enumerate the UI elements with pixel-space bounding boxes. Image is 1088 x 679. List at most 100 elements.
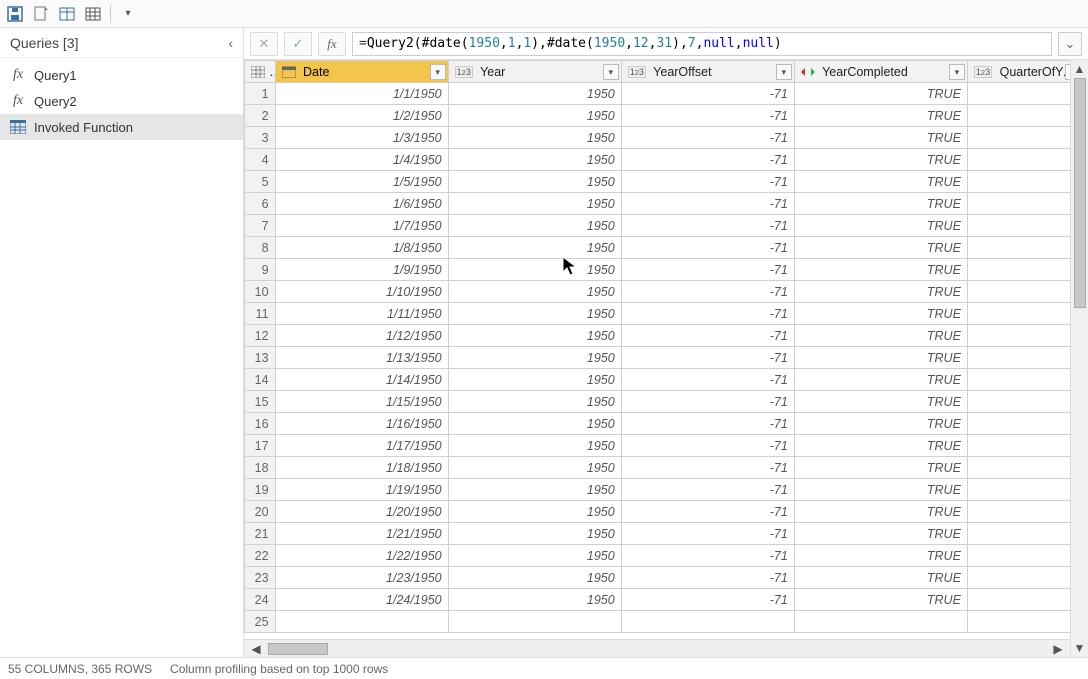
row-number-header[interactable] — [245, 61, 276, 83]
cell-date[interactable]: 1/12/1950 — [275, 325, 448, 347]
cell-yearcompleted[interactable]: TRUE — [794, 281, 967, 303]
cell-date[interactable]: 1/7/1950 — [275, 215, 448, 237]
cell-yearcompleted[interactable]: TRUE — [794, 215, 967, 237]
cell-quarterofyear[interactable] — [967, 435, 1070, 457]
cell-yearcompleted[interactable]: TRUE — [794, 105, 967, 127]
row-number-cell[interactable]: 14 — [245, 369, 276, 391]
row-number-cell[interactable]: 25 — [245, 611, 276, 633]
column-header-quarterofyear[interactable]: 123 QuarterOfYear▾ — [967, 61, 1070, 83]
cell-yearoffset[interactable]: -71 — [621, 545, 794, 567]
cell-year[interactable]: 1950 — [448, 457, 621, 479]
enter-data-icon[interactable] — [58, 5, 76, 23]
formula-cancel-button[interactable]: ✕ — [250, 32, 278, 56]
cell-year[interactable]: 1950 — [448, 105, 621, 127]
cell-yearoffset[interactable]: -71 — [621, 281, 794, 303]
fx-icon[interactable]: fx — [318, 32, 346, 56]
cell-yearoffset[interactable]: -71 — [621, 149, 794, 171]
cell-year[interactable]: 1950 — [448, 545, 621, 567]
table-row[interactable]: 31/3/19501950-71TRUE — [245, 127, 1071, 149]
row-number-cell[interactable]: 1 — [245, 83, 276, 105]
table-row[interactable]: 121/12/19501950-71TRUE — [245, 325, 1071, 347]
cell-yearoffset[interactable]: -71 — [621, 391, 794, 413]
cell-yearcompleted[interactable]: TRUE — [794, 325, 967, 347]
cell-quarterofyear[interactable] — [967, 545, 1070, 567]
cell-date[interactable]: 1/15/1950 — [275, 391, 448, 413]
cell-date[interactable]: 1/4/1950 — [275, 149, 448, 171]
cell-yearoffset[interactable]: -71 — [621, 215, 794, 237]
cell-yearcompleted[interactable]: TRUE — [794, 193, 967, 215]
cell-yearcompleted[interactable]: TRUE — [794, 435, 967, 457]
row-number-cell[interactable]: 22 — [245, 545, 276, 567]
row-number-cell[interactable]: 9 — [245, 259, 276, 281]
cell-quarterofyear[interactable] — [967, 149, 1070, 171]
cell-quarterofyear[interactable] — [967, 105, 1070, 127]
cell-quarterofyear[interactable] — [967, 501, 1070, 523]
cell-date[interactable]: 1/9/1950 — [275, 259, 448, 281]
cell-date[interactable]: 1/1/1950 — [275, 83, 448, 105]
table-icon[interactable] — [84, 5, 102, 23]
cell-yearoffset[interactable]: -71 — [621, 237, 794, 259]
cell-quarterofyear[interactable] — [967, 193, 1070, 215]
cell-date[interactable]: 1/2/1950 — [275, 105, 448, 127]
cell-date[interactable]: 1/19/1950 — [275, 479, 448, 501]
cell-date[interactable]: 1/17/1950 — [275, 435, 448, 457]
save-icon[interactable] — [6, 5, 24, 23]
table-row[interactable]: 71/7/19501950-71TRUE — [245, 215, 1071, 237]
row-number-cell[interactable]: 18 — [245, 457, 276, 479]
cell-yearoffset[interactable]: -71 — [621, 523, 794, 545]
qat-more-icon[interactable]: ▾ — [119, 5, 137, 23]
cell-yearoffset[interactable]: -71 — [621, 501, 794, 523]
cell-quarterofyear[interactable] — [967, 303, 1070, 325]
cell-yearcompleted[interactable]: TRUE — [794, 567, 967, 589]
cell-quarterofyear[interactable] — [967, 325, 1070, 347]
cell-year[interactable]: 1950 — [448, 391, 621, 413]
table-row[interactable]: 81/8/19501950-71TRUE — [245, 237, 1071, 259]
row-number-cell[interactable]: 8 — [245, 237, 276, 259]
scroll-up-icon[interactable]: ▲ — [1074, 62, 1086, 76]
cell-year[interactable]: 1950 — [448, 523, 621, 545]
table-row[interactable]: 141/14/19501950-71TRUE — [245, 369, 1071, 391]
vertical-scrollbar[interactable]: ▲ ▼ — [1070, 60, 1088, 657]
cell-quarterofyear[interactable] — [967, 413, 1070, 435]
column-header-year[interactable]: 123 Year▾ — [448, 61, 621, 83]
table-row[interactable]: 101/10/19501950-71TRUE — [245, 281, 1071, 303]
table-row[interactable]: 171/17/19501950-71TRUE — [245, 435, 1071, 457]
cell-yearcompleted[interactable]: TRUE — [794, 523, 967, 545]
cell-yearoffset[interactable]: -71 — [621, 83, 794, 105]
row-number-cell[interactable]: 19 — [245, 479, 276, 501]
cell-yearcompleted[interactable]: TRUE — [794, 413, 967, 435]
query-item-query1[interactable]: fxQuery1 — [0, 62, 243, 88]
cell-yearoffset[interactable]: -71 — [621, 413, 794, 435]
cell-quarterofyear[interactable] — [967, 347, 1070, 369]
cell-date[interactable]: 1/10/1950 — [275, 281, 448, 303]
row-number-cell[interactable]: 5 — [245, 171, 276, 193]
table-row[interactable]: 181/18/19501950-71TRUE — [245, 457, 1071, 479]
cell-yearoffset[interactable]: -71 — [621, 259, 794, 281]
cell-year[interactable]: 1950 — [448, 303, 621, 325]
query-item-query2[interactable]: fxQuery2 — [0, 88, 243, 114]
cell-yearcompleted[interactable]: TRUE — [794, 237, 967, 259]
cell-yearcompleted[interactable]: TRUE — [794, 479, 967, 501]
column-header-yearoffset[interactable]: 123 YearOffset▾ — [621, 61, 794, 83]
cell-yearoffset[interactable]: -71 — [621, 567, 794, 589]
row-number-cell[interactable]: 2 — [245, 105, 276, 127]
cell-quarterofyear[interactable] — [967, 83, 1070, 105]
row-number-cell[interactable]: 24 — [245, 589, 276, 611]
hscroll-thumb[interactable] — [268, 643, 328, 655]
cell-yearcompleted[interactable]: TRUE — [794, 259, 967, 281]
cell-date[interactable]: 1/6/1950 — [275, 193, 448, 215]
cell-year[interactable]: 1950 — [448, 149, 621, 171]
table-row[interactable]: 201/20/19501950-71TRUE — [245, 501, 1071, 523]
cell-date[interactable]: 1/18/1950 — [275, 457, 448, 479]
row-number-cell[interactable]: 16 — [245, 413, 276, 435]
cell-quarterofyear[interactable] — [967, 457, 1070, 479]
row-number-cell[interactable]: 6 — [245, 193, 276, 215]
cell-yearcompleted[interactable]: TRUE — [794, 457, 967, 479]
new-source-icon[interactable] — [32, 5, 50, 23]
cell-yearoffset[interactable]: -71 — [621, 325, 794, 347]
cell-yearcompleted[interactable]: TRUE — [794, 149, 967, 171]
scroll-down-icon[interactable]: ▼ — [1074, 641, 1086, 655]
cell-year[interactable]: 1950 — [448, 413, 621, 435]
row-number-cell[interactable]: 4 — [245, 149, 276, 171]
cell-date[interactable]: 1/8/1950 — [275, 237, 448, 259]
